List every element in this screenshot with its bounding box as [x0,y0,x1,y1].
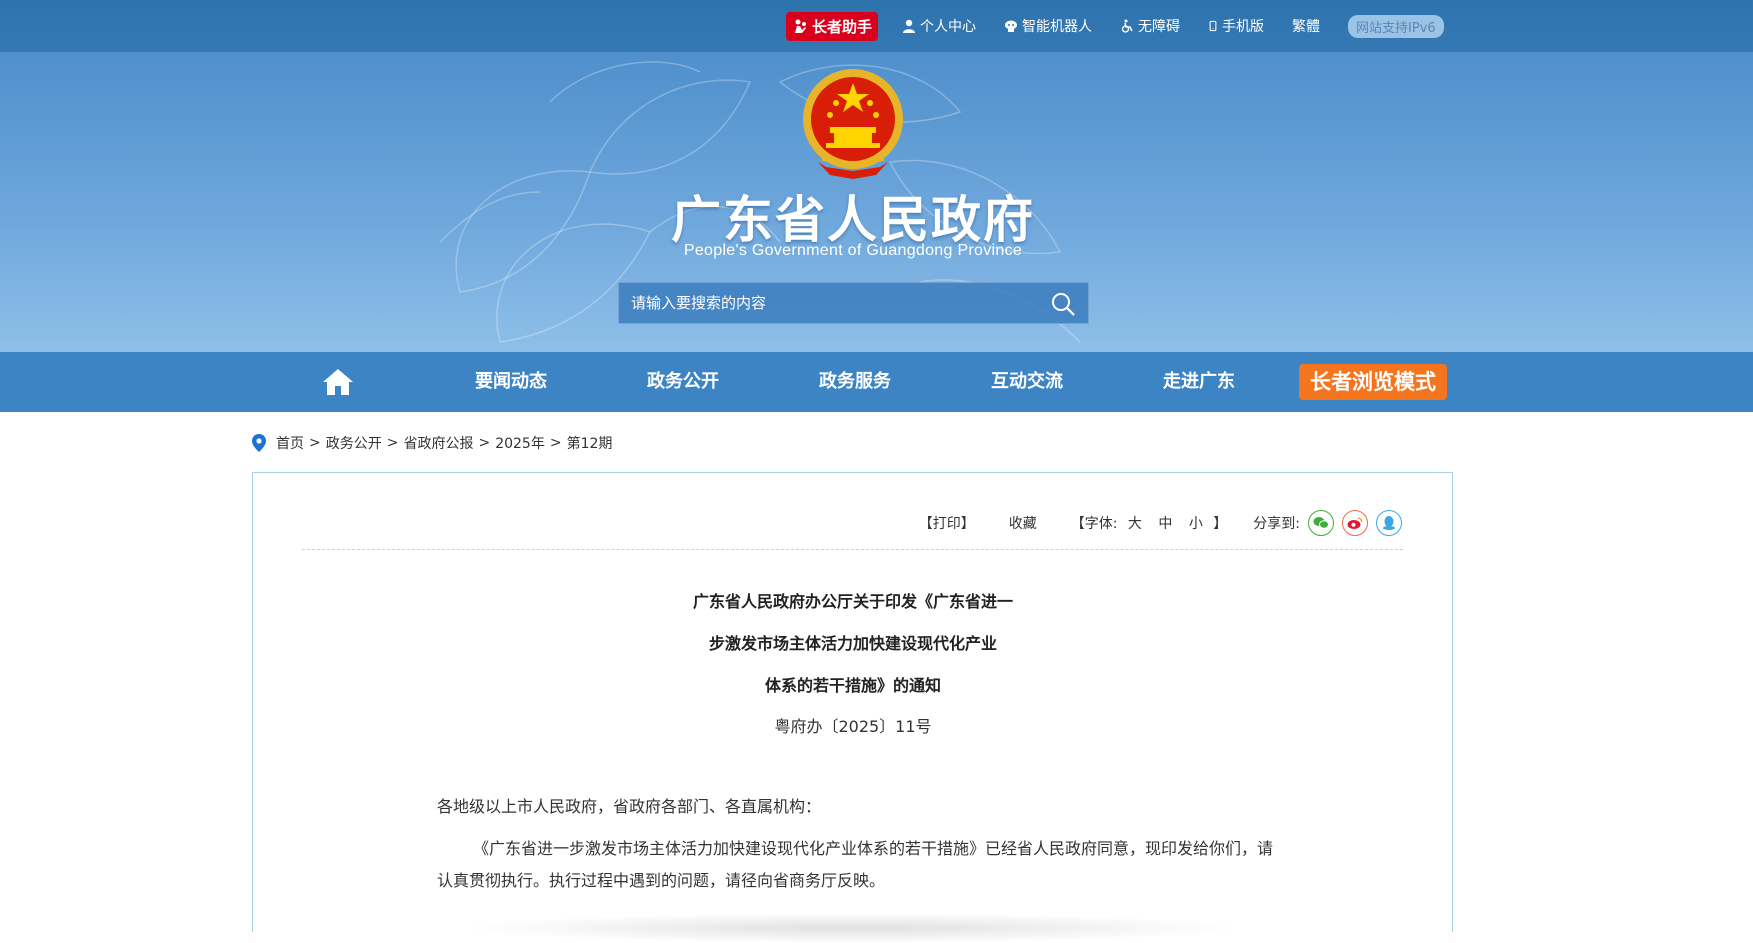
top-bar: 长者助手 个人中心 智能机器人 无障碍 手机版 繁體 网站支持IPv6 [0,0,1753,52]
breadcrumb-gov-affairs[interactable]: 政务公开 [326,433,382,453]
personal-center-label: 个人中心 [920,19,977,35]
search-icon[interactable] [1050,292,1076,316]
qq-share-button[interactable] [1376,510,1402,536]
article-salutation: 各地级以上市人民政府，省政府各部门、各直属机构： [437,797,822,816]
phone-icon [1209,20,1217,32]
font-size-prefix: 【字体: [1070,516,1118,532]
robot-link[interactable]: 智能机器人 [1004,16,1092,36]
home-icon[interactable] [322,368,354,396]
personal-center-link[interactable]: 个人中心 [902,16,976,36]
nav-gov-services[interactable]: 政务服务 [819,352,891,412]
elder-icon [795,19,806,33]
font-medium-button[interactable]: 中 [1158,516,1172,532]
mobile-link[interactable]: 手机版 [1208,16,1264,36]
site-subtitle: People's Government of Guangdong Provinc… [683,242,1023,259]
bottom-shadow [463,913,1243,943]
location-pin-icon [252,434,266,452]
accessibility-link[interactable]: 无障碍 [1120,16,1180,36]
top-bar-links: 长者助手 个人中心 智能机器人 无障碍 手机版 繁體 网站支持IPv6 [786,11,1444,41]
print-button[interactable]: 【打印】 [919,513,975,533]
accessibility-label: 无障碍 [1138,19,1181,35]
search-input[interactable] [631,283,1031,323]
weibo-icon [1347,517,1363,529]
mobile-label: 手机版 [1222,19,1265,35]
article-title-line: 体系的若干措施》的通知 [764,676,941,695]
breadcrumb-home[interactable]: 首页 [276,433,304,453]
breadcrumb-separator: > [478,435,491,451]
breadcrumb-gazette[interactable]: 省政府公报 [403,433,473,453]
user-icon [903,19,916,33]
breadcrumb-separator: > [549,435,562,451]
robot-icon [1005,20,1018,32]
font-size-control: 【字体: 大 中 小 】 [1071,513,1228,533]
ipv6-badge: 网站支持IPv6 [1348,14,1444,38]
header-banner: 广东省人民政府 People's Government of Guangdong… [0,52,1753,352]
robot-label: 智能机器人 [1022,19,1093,35]
weibo-share-button[interactable] [1342,510,1368,536]
elder-mode-button[interactable]: 长者浏览模式 [1299,364,1447,400]
breadcrumb: 首页 > 政务公开 > 省政府公报 > 2025年 > 第12期 [252,432,612,454]
article-title-line: 步激发市场主体活力加快建设现代化产业 [708,634,997,653]
breadcrumb-issue[interactable]: 第12期 [567,433,613,453]
article-title: 广东省人民政府办公厅关于印发《广东省进一 步激发市场主体活力加快建设现代化产业 … [553,581,1153,707]
article-tools: 【打印】 收藏 【字体: 大 中 小 】 分享到: [885,509,1402,537]
elder-assistant-button[interactable]: 长者助手 [786,11,879,41]
nav-interaction[interactable]: 互动交流 [991,352,1063,412]
font-size-suffix: 】 [1213,516,1228,532]
article-body-paragraph: 《广东省进一步激发市场主体活力加快建设现代化产业体系的若干措施》已经省人民政府同… [437,839,1274,890]
wechat-share-button[interactable] [1308,510,1334,536]
article-panel: 【打印】 收藏 【字体: 大 中 小 】 分享到: 广东省人民政府办公厅关于印发… [252,472,1453,943]
nav-about-guangdong[interactable]: 走进广东 [1163,352,1235,412]
wechat-icon [1313,517,1329,529]
font-large-button[interactable]: 大 [1128,516,1142,532]
search-bar [618,282,1089,324]
wheelchair-icon [1121,19,1133,33]
nav-gov-affairs[interactable]: 政务公开 [647,352,719,412]
breadcrumb-separator: > [309,435,321,451]
document-number: 粤府办〔2025〕11号 [774,717,932,736]
breadcrumb-year[interactable]: 2025年 [495,433,545,453]
share-label: 分享到: [1253,516,1300,532]
traditional-chinese-link[interactable]: 繁體 [1292,16,1320,36]
qq-icon [1383,516,1395,530]
article-title-line: 广东省人民政府办公厅关于印发《广东省进一 [692,592,1013,611]
national-emblem [803,69,903,179]
tools-divider [302,549,1403,550]
breadcrumb-separator: > [386,435,399,451]
font-small-button[interactable]: 小 [1189,516,1203,532]
elder-assistant-label: 长者助手 [812,17,873,36]
main-nav: 要闻动态 政务公开 政务服务 互动交流 走进广东 长者浏览模式 [0,352,1753,412]
nav-news[interactable]: 要闻动态 [475,352,547,412]
favorite-button[interactable]: 收藏 [1009,513,1037,533]
